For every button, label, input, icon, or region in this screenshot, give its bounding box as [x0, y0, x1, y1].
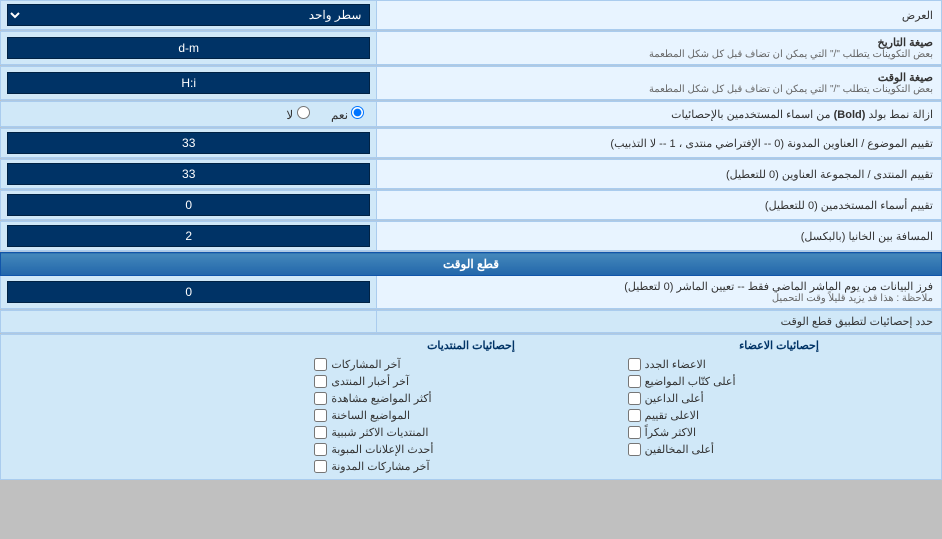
topic-sort-title: تقييم الموضوع / العناوين المدونة (0 -- ا… [610, 138, 933, 150]
display-row: العرض سطر واحد متعدد [1, 1, 942, 30]
cb-popular-forums-input[interactable] [314, 426, 327, 439]
cb-forum-news-input[interactable] [314, 375, 327, 388]
bold-yes-radio[interactable] [351, 106, 364, 119]
date-format-label: صيغة التاريخ بعض التكوينات يتطلب "/" الت… [377, 32, 942, 65]
username-sort-row: تقييم أسماء المستخدمين (0 للتعطيل) [1, 191, 942, 220]
time-format-row: صيغة الوقت بعض التكوينات يتطلب "/" التي … [1, 67, 942, 100]
date-format-row: صيغة التاريخ بعض التكوينات يتطلب "/" الت… [1, 32, 942, 65]
limit-label-text: حدد إحصائيات لتطبيق قطع الوقت [781, 316, 933, 328]
topic-sort-label: تقييم الموضوع / العناوين المدونة (0 -- ا… [377, 129, 942, 158]
cb-forum-news[interactable]: آخر أخبار المنتدى [314, 373, 611, 390]
space-input[interactable] [7, 225, 370, 247]
cb-classifieds[interactable]: أحدث الإعلانات المبوبة [314, 441, 611, 458]
cb-popular-forums[interactable]: المنتديات الاكثر شببية [314, 424, 611, 441]
forum-sort-input[interactable] [7, 163, 370, 185]
cb-most-thanks-input[interactable] [628, 426, 641, 439]
cb-new-members[interactable]: الاعضاء الجدد [628, 356, 925, 373]
checkboxes-section: إحصائيات الاعضاء إحصائيات المنتديات الاع… [1, 335, 942, 480]
col2-header: إحصائيات المنتديات [317, 339, 625, 352]
cb-most-viewed[interactable]: أكثر المواضيع مشاهدة [314, 390, 611, 407]
time-format-input-cell[interactable] [1, 67, 377, 100]
date-format-sublabel: بعض التكوينات يتطلب "/" التي يمكن ان تضا… [385, 49, 933, 60]
date-format-title: صيغة التاريخ [385, 36, 933, 49]
cb-hot-topics[interactable]: المواضيع الساخنة [314, 407, 611, 424]
cb-top-writers-input[interactable] [628, 375, 641, 388]
cb-blog-posts-input[interactable] [314, 460, 327, 473]
topic-sort-input-cell[interactable] [1, 129, 377, 158]
cb-top-invitors-input[interactable] [628, 392, 641, 405]
time-cut-section-title: قطع الوقت [1, 253, 942, 276]
cb-most-viewed-input[interactable] [314, 392, 327, 405]
bold-title: ازالة نمط بولد (Bold) من اسماء المستخدمي… [671, 109, 933, 121]
display-input-cell[interactable]: سطر واحد متعدد [1, 1, 377, 30]
cb-new-members-input[interactable] [628, 358, 641, 371]
cb-highest-rated[interactable]: الاعلى تقييم [628, 407, 925, 424]
topic-sort-row: تقييم الموضوع / العناوين المدونة (0 -- ا… [1, 129, 942, 158]
time-cut-field-label: فرز البيانات من يوم الماشر الماضي فقط --… [377, 276, 942, 309]
time-cut-sublabel: ملاحظة : هذا قد يزيد قليلاً وقت التحميل [385, 293, 933, 304]
limit-label-cell: حدد إحصائيات لتطبيق قطع الوقت [377, 311, 942, 333]
time-cut-main-label: فرز البيانات من يوم الماشر الماضي فقط --… [385, 280, 933, 293]
time-format-input[interactable] [7, 72, 370, 94]
checkboxes-col2: آخر المشاركات آخر أخبار المنتدى أكثر الم… [306, 356, 619, 475]
cb-top-violators-input[interactable] [628, 443, 641, 456]
cb-top-writers[interactable]: أعلى كتّاب المواضيع [628, 373, 925, 390]
username-sort-input[interactable] [7, 194, 370, 216]
forum-sort-label: تقييم المنتدى / المجموعة العناوين (0 للت… [377, 160, 942, 189]
cb-last-posts[interactable]: آخر المشاركات [314, 356, 611, 373]
space-row: المسافة بين الخانيا (بالبكسل) [1, 222, 942, 251]
bold-row: ازالة نمط بولد (Bold) من اسماء المستخدمي… [1, 102, 942, 127]
cb-classifieds-input[interactable] [314, 443, 327, 456]
checkboxes-col1: الاعضاء الجدد أعلى كتّاب المواضيع أعلى ا… [620, 356, 933, 475]
username-sort-label: تقييم أسماء المستخدمين (0 للتعطيل) [377, 191, 942, 220]
display-title-text: العرض [902, 10, 933, 22]
date-format-input[interactable] [7, 37, 370, 59]
time-format-title: صيغة الوقت [385, 71, 933, 84]
time-cut-header-row: قطع الوقت [1, 253, 942, 276]
time-cut-title-text: قطع الوقت [443, 257, 499, 271]
username-sort-title: تقييم أسماء المستخدمين (0 للتعطيل) [765, 200, 933, 212]
cb-last-posts-input[interactable] [314, 358, 327, 371]
time-cut-input-cell[interactable] [1, 276, 377, 309]
limit-empty-cell [1, 311, 377, 333]
forum-sort-input-cell[interactable] [1, 160, 377, 189]
display-label: العرض [377, 1, 942, 30]
topic-sort-input[interactable] [7, 132, 370, 154]
checkboxes-col3 [9, 356, 306, 475]
bold-no-radio[interactable] [297, 106, 310, 119]
time-format-sublabel: بعض التكوينات يتطلب "/" التي يمكن ان تضا… [385, 84, 933, 95]
forum-sort-title: تقييم المنتدى / المجموعة العناوين (0 للت… [726, 169, 933, 181]
time-cut-row: فرز البيانات من يوم الماشر الماضي فقط --… [1, 276, 942, 309]
display-select[interactable]: سطر واحد متعدد [7, 4, 370, 26]
username-sort-input-cell[interactable] [1, 191, 377, 220]
limit-row: حدد إحصائيات لتطبيق قطع الوقت [1, 311, 942, 333]
space-title: المسافة بين الخانيا (بالبكسل) [801, 231, 933, 243]
cb-highest-rated-input[interactable] [628, 409, 641, 422]
checkboxes-row: إحصائيات الاعضاء إحصائيات المنتديات الاع… [1, 335, 942, 480]
cb-hot-topics-input[interactable] [314, 409, 327, 422]
col1-header-text: إحصائيات الاعضاء [739, 340, 819, 352]
space-label: المسافة بين الخانيا (بالبكسل) [377, 222, 942, 251]
cb-top-violators[interactable]: أعلى المخالفين [628, 441, 925, 458]
bold-label: ازالة نمط بولد (Bold) من اسماء المستخدمي… [377, 102, 942, 127]
bold-no-label[interactable]: لا [286, 108, 309, 122]
bold-yes-label[interactable]: نعم [328, 108, 365, 122]
col1-header: إحصائيات الاعضاء [625, 339, 933, 352]
bold-radio-cell[interactable]: نعم لا [1, 102, 377, 127]
time-cut-input[interactable] [7, 281, 370, 303]
cb-most-thanks[interactable]: الاكثر شكراً [628, 424, 925, 441]
space-input-cell[interactable] [1, 222, 377, 251]
cb-blog-posts[interactable]: آخر مشاركات المدونة [314, 458, 611, 475]
cb-top-invitors[interactable]: أعلى الداعين [628, 390, 925, 407]
date-format-input-cell[interactable] [1, 32, 377, 65]
time-format-label: صيغة الوقت بعض التكوينات يتطلب "/" التي … [377, 67, 942, 100]
col2-header-text: إحصائيات المنتديات [427, 340, 515, 352]
forum-sort-row: تقييم المنتدى / المجموعة العناوين (0 للت… [1, 160, 942, 189]
col3-spacer [9, 339, 317, 352]
